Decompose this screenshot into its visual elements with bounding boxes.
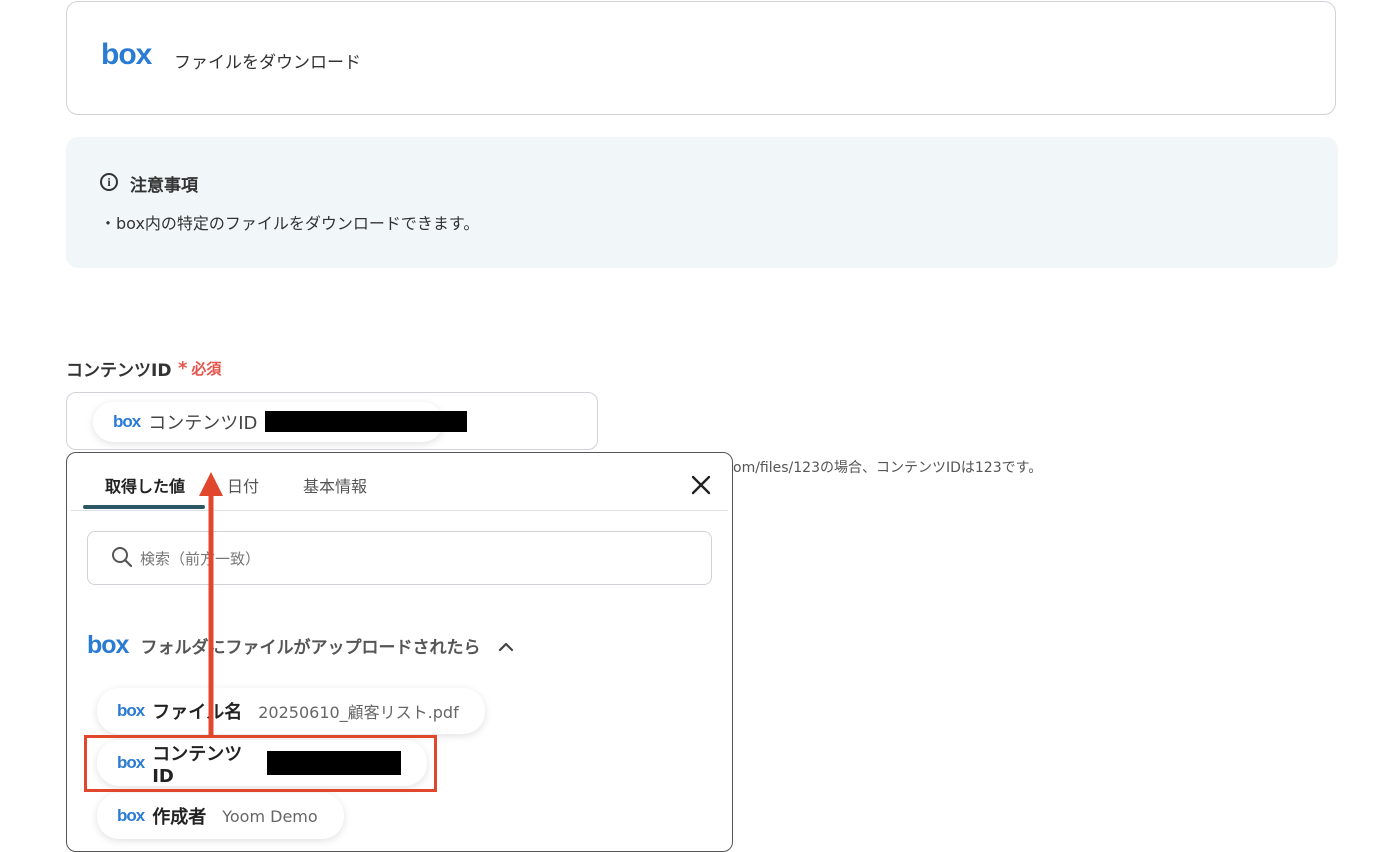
group-label: フォルダにファイルがアップロードされたら bbox=[140, 638, 481, 658]
required-badge: * 必須 bbox=[178, 358, 221, 379]
field-label: コンテンツID bbox=[66, 361, 172, 381]
active-tab-indicator bbox=[83, 505, 205, 509]
chip-label: コンテンツID bbox=[148, 413, 258, 434]
tab-divider bbox=[71, 510, 728, 511]
list-item-file-name[interactable]: box ファイル名 20250610_顧客リスト.pdf bbox=[97, 688, 485, 734]
field-helper-text: om/files/123の場合、コンテンツIDは123です。 bbox=[733, 460, 1043, 476]
tab-date[interactable]: 日付 bbox=[227, 473, 259, 497]
highlight-box bbox=[84, 735, 437, 792]
notice-body: ・box内の特定のファイルをダウンロードできます。 bbox=[100, 214, 480, 233]
search-field[interactable] bbox=[87, 531, 712, 585]
close-icon[interactable] bbox=[687, 471, 715, 499]
tab-retrieved-values[interactable]: 取得した値 bbox=[105, 473, 185, 497]
info-icon: i bbox=[100, 173, 118, 191]
action-card: box ファイルをダウンロード bbox=[66, 1, 1336, 115]
box-logo: box bbox=[113, 412, 141, 431]
box-logo: box bbox=[117, 806, 145, 825]
action-title: ファイルをダウンロード bbox=[174, 53, 361, 73]
tab-basic-info[interactable]: 基本情報 bbox=[303, 473, 367, 497]
box-logo: box bbox=[101, 38, 152, 71]
value-picker-popup: 取得した値 日付 基本情報 box フォルダにファイルがアップロードされたら b… bbox=[66, 452, 733, 852]
redacted-value bbox=[265, 411, 467, 432]
notice-heading: 注意事項 bbox=[130, 176, 198, 196]
required-star: * bbox=[178, 358, 188, 379]
item-value: Yoom Demo bbox=[222, 806, 318, 826]
chevron-up-icon[interactable] bbox=[498, 640, 514, 652]
box-logo: box bbox=[87, 631, 129, 659]
trigger-group-header[interactable]: box フォルダにファイルがアップロードされたら bbox=[87, 631, 514, 660]
item-key: 作成者 bbox=[152, 807, 207, 828]
content-id-input[interactable]: box コンテンツID bbox=[66, 392, 598, 450]
search-icon bbox=[112, 547, 133, 568]
notice-box: i 注意事項 ・box内の特定のファイルをダウンロードできます。 bbox=[66, 137, 1338, 268]
list-item-creator[interactable]: box 作成者 Yoom Demo bbox=[97, 793, 344, 839]
item-value: 20250610_顧客リスト.pdf bbox=[258, 703, 459, 722]
box-logo: box bbox=[117, 701, 145, 720]
annotation-arrow-icon bbox=[199, 472, 223, 738]
required-text: 必須 bbox=[191, 360, 222, 378]
